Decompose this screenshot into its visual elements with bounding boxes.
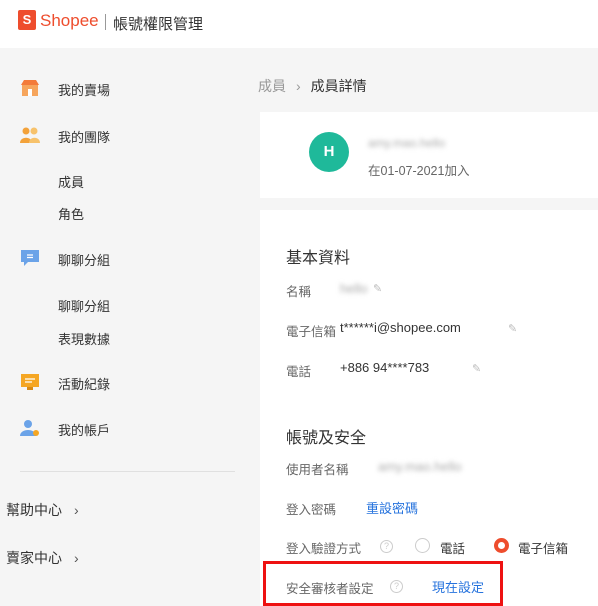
verify-phone-radio[interactable] xyxy=(415,538,430,553)
seller-center-label: 賣家中心 xyxy=(6,550,62,566)
member-detail-card: 基本資料 名稱 hello ✎ 電子信箱 t******i@shopee.com… xyxy=(260,210,598,606)
email-value: t******i@shopee.com xyxy=(340,320,461,335)
sidebar-item-my-shop[interactable]: 我的賣場 xyxy=(0,72,250,104)
breadcrumb-members-link[interactable]: 成員 xyxy=(258,78,286,94)
account-icon xyxy=(20,420,39,436)
sidebar-item-my-account[interactable]: 我的帳戶 xyxy=(0,412,250,444)
verify-phone-label[interactable]: 電話 xyxy=(440,538,465,557)
sidebar-sub-roles[interactable]: 角色 xyxy=(58,204,84,223)
name-label: 名稱 xyxy=(286,285,312,299)
sidebar-sub-performance[interactable]: 表現數據 xyxy=(58,329,110,348)
edit-name-pencil-icon[interactable]: ✎ xyxy=(373,282,382,295)
help-center-label: 幫助中心 xyxy=(6,502,62,518)
verify-email-radio[interactable] xyxy=(494,538,509,553)
shopee-logo-icon[interactable]: S xyxy=(18,10,36,30)
name-value: hello xyxy=(340,281,368,296)
phone-value: +886 94****783 xyxy=(340,360,430,375)
highlight-annotation-box xyxy=(263,561,503,606)
username-label: 使用者名稱 xyxy=(286,463,349,477)
chevron-right-icon: › xyxy=(296,78,301,94)
chevron-right-icon: › xyxy=(74,502,79,518)
sidebar-divider xyxy=(20,471,235,472)
sidebar-item-label: 聊聊分組 xyxy=(58,253,111,268)
phone-label: 電話 xyxy=(286,365,312,379)
sidebar-item-my-team[interactable]: 我的團隊 xyxy=(0,119,250,151)
edit-email-pencil-icon[interactable]: ✎ xyxy=(508,322,517,335)
sidebar-sub-chat-groups[interactable]: 聊聊分組 xyxy=(58,296,110,315)
header-divider xyxy=(105,14,106,30)
email-label: 電子信箱 xyxy=(286,325,337,339)
basic-info-title: 基本資料 xyxy=(286,250,351,267)
member-joined-date: 在01-07-2021加入 xyxy=(368,164,470,178)
help-icon[interactable]: ? xyxy=(380,540,393,553)
password-label: 登入密碼 xyxy=(286,503,337,517)
sidebar-item-chat-groups[interactable]: 聊聊分組 xyxy=(0,242,250,274)
account-security-title: 帳號及安全 xyxy=(286,430,367,447)
activity-log-icon xyxy=(21,374,39,390)
sidebar-item-label: 活動紀錄 xyxy=(58,377,111,392)
edit-phone-pencil-icon[interactable]: ✎ xyxy=(472,362,481,375)
team-icon xyxy=(20,127,40,143)
username-value: amy.mao.hello xyxy=(378,459,462,474)
breadcrumb-current: 成員詳情 xyxy=(310,78,367,94)
brand-name[interactable]: Shopee xyxy=(40,11,99,31)
top-bar: S Shopee 帳號權限管理 xyxy=(0,0,598,48)
sidebar-sub-members[interactable]: 成員 xyxy=(58,172,84,191)
member-username: amy.mao.hello xyxy=(368,136,446,150)
chat-icon xyxy=(21,250,39,266)
avatar: H xyxy=(309,132,349,172)
chevron-right-icon: › xyxy=(74,550,79,566)
member-summary-card: H amy.mao.hello 在01-07-2021加入 xyxy=(260,112,598,198)
breadcrumb: 成員 › 成員詳情 xyxy=(258,76,367,96)
reset-password-link[interactable]: 重設密碼 xyxy=(366,498,418,517)
sidebar-item-label: 我的團隊 xyxy=(58,130,111,145)
sidebar: 我的賣場 我的團隊 成員 角色 聊聊分組 聊聊分組 表現數據 活動紀錄 我的帳戶… xyxy=(0,48,250,606)
seller-center-link[interactable]: 賣家中心 › xyxy=(6,548,79,568)
page-title: 帳號權限管理 xyxy=(113,16,204,33)
shop-icon xyxy=(21,80,39,96)
sidebar-item-label: 我的賣場 xyxy=(58,83,111,98)
sidebar-item-activity-log[interactable]: 活動紀錄 xyxy=(0,366,250,398)
login-verification-label: 登入驗證方式 xyxy=(286,542,362,556)
help-center-link[interactable]: 幫助中心 › xyxy=(6,500,79,520)
sidebar-item-label: 我的帳戶 xyxy=(58,423,111,438)
verify-email-label[interactable]: 電子信箱 xyxy=(518,538,568,557)
